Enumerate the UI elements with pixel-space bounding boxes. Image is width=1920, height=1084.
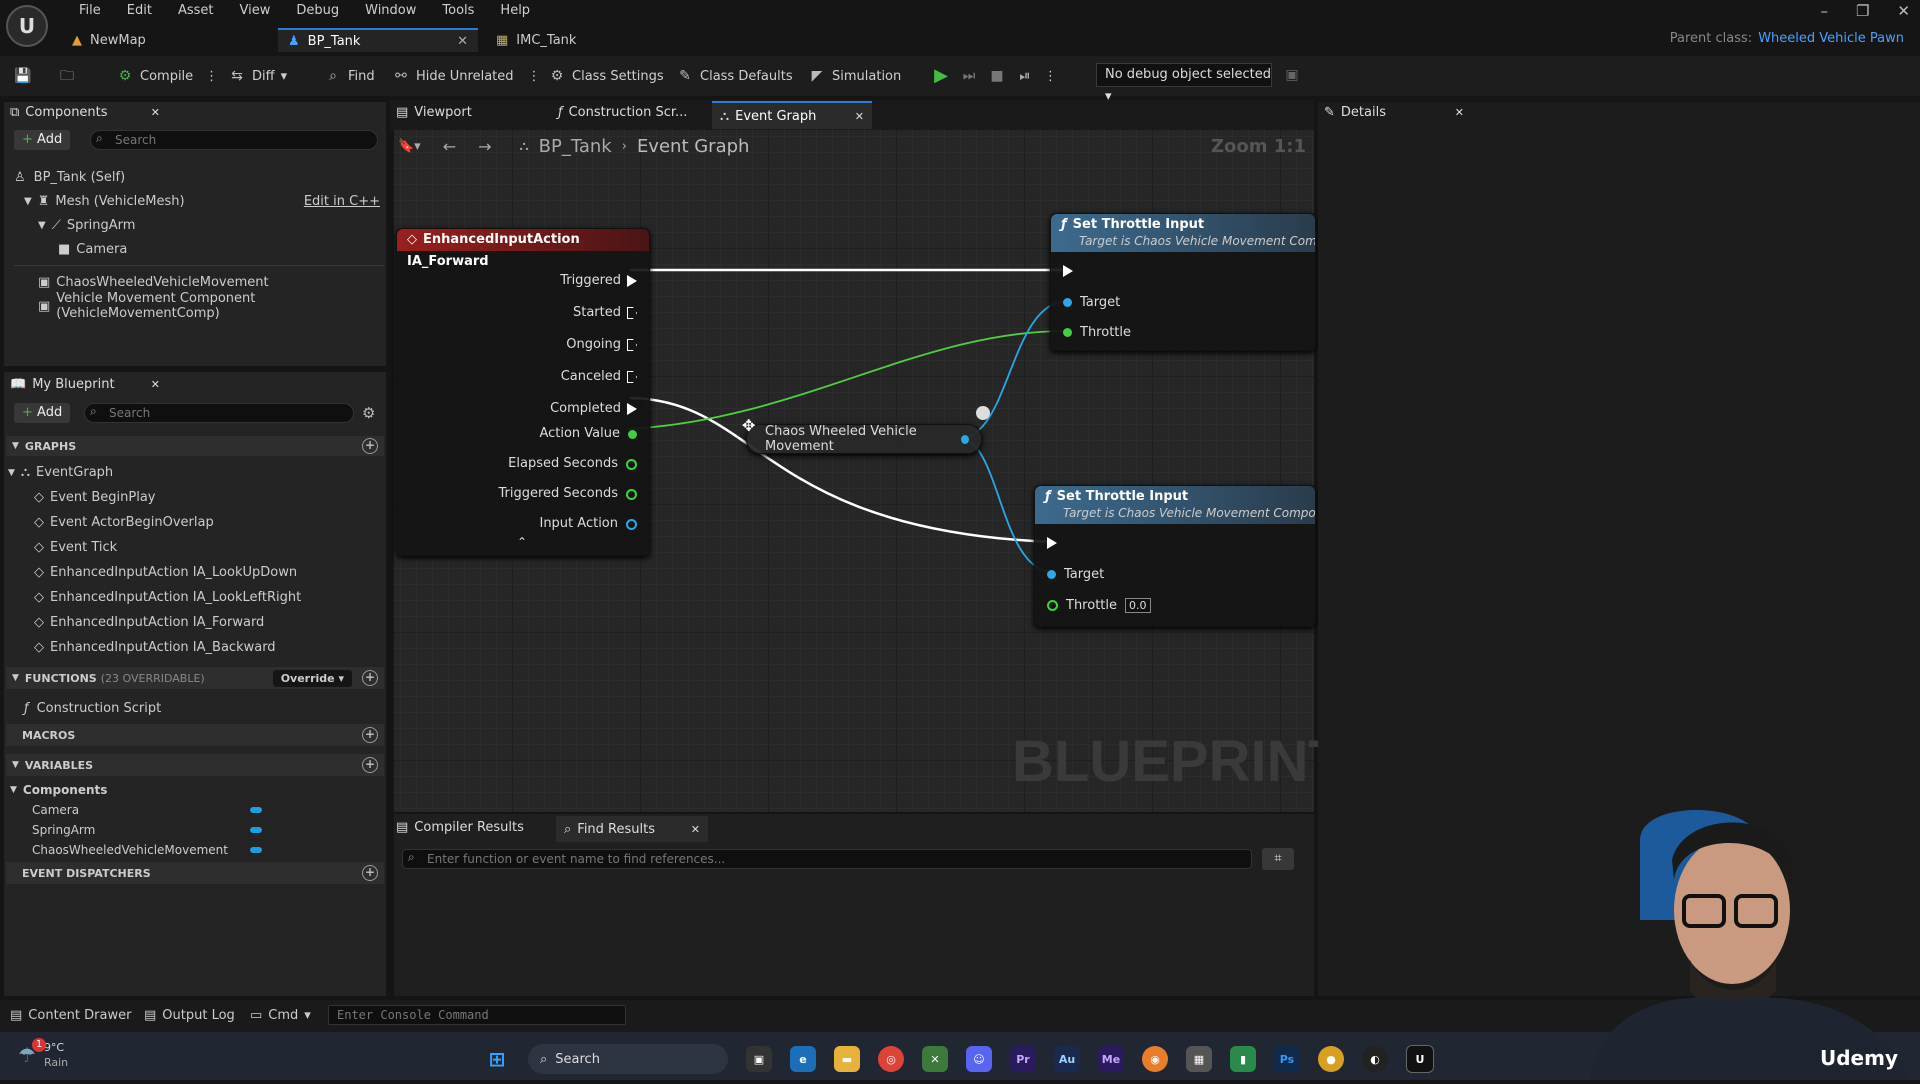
calendar-icon[interactable]: ▦: [1186, 1046, 1212, 1072]
node-set-throttle-input-1[interactable]: ƒ Set Throttle Input Target is Chaos Vehi…: [1050, 213, 1316, 351]
function-icon: ƒ: [1061, 216, 1067, 232]
pin-action-value[interactable]: Action Value: [498, 419, 637, 449]
exec-pin-empty-icon[interactable]: [627, 339, 637, 351]
node-chaos-movement-getter[interactable]: Chaos Wheeled Vehicle Movement: [746, 424, 982, 454]
webcam-overlay: Udemy: [1580, 800, 1920, 1080]
tab-compiler-results[interactable]: ▤ Compiler Results: [396, 820, 546, 835]
taskbar-search[interactable]: ⌕ Search: [528, 1044, 728, 1074]
object-pin-empty-icon[interactable]: [626, 518, 637, 530]
discord-icon[interactable]: ☺: [966, 1046, 992, 1072]
task-view-icon[interactable]: ▣: [746, 1046, 772, 1072]
find-references-input[interactable]: Enter function or event name to find ref…: [402, 849, 1252, 869]
media-encoder-icon[interactable]: Me: [1098, 1046, 1124, 1072]
search-icon: ⌕: [408, 850, 415, 864]
audition-icon[interactable]: Au: [1054, 1046, 1080, 1072]
event-diamond-icon: ◇: [407, 232, 417, 247]
node-header: ƒ Set Throttle Input Target is Chaos Vehi…: [1035, 486, 1315, 524]
pin-ongoing[interactable]: Ongoing: [550, 329, 637, 361]
pin-triggered-seconds[interactable]: Triggered Seconds: [498, 479, 637, 509]
float-wire-action-value: [627, 330, 1069, 430]
close-icon[interactable]: ✕: [1455, 106, 1464, 119]
pin-throttle[interactable]: Throttle 0.0: [1047, 598, 1151, 613]
exec-pin-icon[interactable]: [1063, 265, 1073, 277]
premiere-pro-icon[interactable]: Pr: [1010, 1046, 1036, 1072]
pin-throttle[interactable]: Throttle: [1063, 325, 1131, 340]
float-pin-icon[interactable]: [1063, 328, 1072, 337]
exec-in-pin[interactable]: [1047, 537, 1057, 553]
pin-elapsed-seconds[interactable]: Elapsed Seconds: [498, 449, 637, 479]
node-pin-list: Triggered Started Ongoing Canceled Compl…: [550, 265, 637, 425]
photoshop-icon[interactable]: Ps: [1274, 1046, 1300, 1072]
notification-badge: 1: [32, 1038, 46, 1052]
udemy-watermark: Udemy: [1820, 1046, 1898, 1070]
exec-pin-empty-icon[interactable]: [627, 307, 637, 319]
float-pin-empty-icon[interactable]: [1047, 600, 1058, 611]
console-command-input[interactable]: Enter Console Command: [328, 1005, 626, 1025]
taskbar-apps: ⊞ ⌕ Search ▣ e ▬ ◎ ✕ ☺ Pr Au Me ◉ ▦ ▮ Ps …: [484, 1044, 1434, 1074]
node-data-pins: Action Value Elapsed Seconds Triggered S…: [498, 419, 637, 539]
pin-canceled[interactable]: Canceled: [550, 361, 637, 393]
float-pin-empty-icon[interactable]: [626, 458, 637, 470]
content-drawer-icon: ▤: [10, 1008, 23, 1023]
lock-app-icon[interactable]: ▮: [1230, 1046, 1256, 1072]
find-in-all-blueprints-button[interactable]: ⌗: [1262, 848, 1294, 870]
xbox-icon[interactable]: ✕: [922, 1046, 948, 1072]
pin-triggered[interactable]: Triggered: [550, 265, 637, 297]
object-pin-icon[interactable]: [961, 434, 969, 444]
exec-pin-empty-icon[interactable]: [627, 371, 637, 383]
node-input-action-forward[interactable]: ◇ EnhancedInputAction IA_Forward Triggere…: [396, 228, 650, 556]
blender-icon[interactable]: ◉: [1142, 1046, 1168, 1072]
throttle-value-input[interactable]: 0.0: [1125, 598, 1151, 613]
content-drawer-button[interactable]: ▤ Content Drawer: [10, 1008, 131, 1023]
move-cursor-icon: ✥: [742, 416, 756, 435]
node-header: ◇ EnhancedInputAction IA_Forward: [397, 229, 649, 269]
float-pin-empty-icon[interactable]: [626, 488, 637, 500]
edge-icon[interactable]: e: [790, 1046, 816, 1072]
object-pin-icon[interactable]: [1047, 570, 1056, 579]
app-icon[interactable]: ●: [1318, 1046, 1344, 1072]
object-pin-icon[interactable]: [1063, 298, 1072, 307]
details-icon: ✎: [1324, 105, 1335, 120]
exec-pin-icon[interactable]: [627, 403, 637, 415]
tab-details[interactable]: ✎ Details ✕: [1324, 105, 1464, 120]
chrome-icon[interactable]: ◎: [878, 1046, 904, 1072]
chevron-down-icon: ▾: [304, 1008, 311, 1023]
file-explorer-icon[interactable]: ▬: [834, 1046, 860, 1072]
presenter-video-image: [1590, 810, 1910, 1080]
terminal-icon: ▭: [250, 1008, 263, 1023]
exec-in-pin[interactable]: [1063, 265, 1073, 281]
binoculars-icon: ⌗: [1274, 851, 1282, 866]
exec-pin-icon[interactable]: [1047, 537, 1057, 549]
close-icon[interactable]: ✕: [691, 823, 700, 836]
exec-pin-icon[interactable]: [627, 275, 637, 287]
cmd-dropdown[interactable]: ▭ Cmd ▾: [250, 1008, 311, 1023]
pin-target[interactable]: Target: [1047, 567, 1104, 582]
bottom-results-panel: [394, 814, 1314, 996]
collapse-node-icon[interactable]: ⌃: [517, 535, 527, 549]
node-header: ƒ Set Throttle Input Target is Chaos Vehi…: [1051, 214, 1315, 252]
weather-widget[interactable]: ☂ 1 9°C Rain: [18, 1038, 68, 1070]
unreal-engine-icon[interactable]: U: [1406, 1045, 1434, 1073]
function-icon: ƒ: [1045, 488, 1051, 504]
tab-find-results[interactable]: ⌕ Find Results ✕: [556, 816, 708, 842]
compiler-icon: ▤: [396, 820, 409, 835]
output-log-button[interactable]: ▤ Output Log: [144, 1008, 235, 1023]
blueprint-watermark: BLUEPRINT: [1012, 729, 1344, 794]
wire-reroute-knot-icon[interactable]: [976, 406, 990, 420]
pin-target[interactable]: Target: [1063, 295, 1120, 310]
float-pin-icon[interactable]: [628, 429, 637, 439]
log-icon: ▤: [144, 1008, 157, 1023]
windows-start-icon[interactable]: ⊞: [484, 1046, 510, 1072]
obs-icon[interactable]: ◐: [1362, 1046, 1388, 1072]
node-set-throttle-input-2[interactable]: ƒ Set Throttle Input Target is Chaos Vehi…: [1034, 485, 1316, 627]
search-icon: ⌕: [564, 821, 572, 837]
search-icon: ⌕: [540, 1051, 548, 1067]
pin-started[interactable]: Started: [550, 297, 637, 329]
